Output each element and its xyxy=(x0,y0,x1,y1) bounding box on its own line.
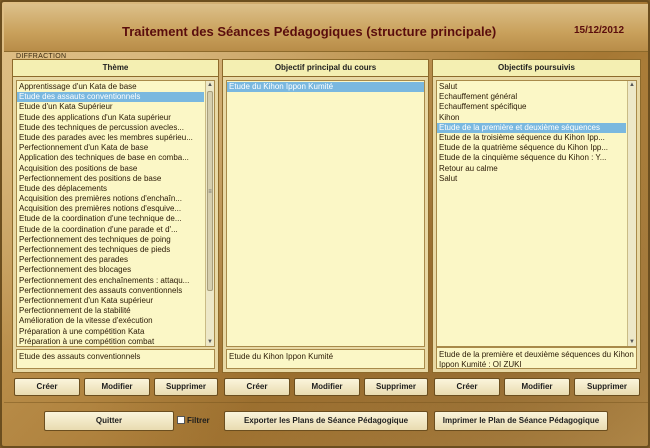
objectifs-poursuivis-list-items: Salut Echauffement général Echauffement sp… xyxy=(437,82,626,184)
objectif-principal-header: Objectif principal du cours xyxy=(223,60,428,77)
scroll-up-icon[interactable]: ▲ xyxy=(628,81,636,89)
objectifs-delete-button[interactable]: Supprimer xyxy=(574,378,640,396)
objectifs-poursuivis-list-item[interactable]: Echauffement spécifique xyxy=(437,102,626,112)
print-button[interactable]: Imprimer le Plan de Séance Pédagogique xyxy=(434,411,608,431)
objectifs-poursuivis-detail: Etude de la première et deuxième séquenc… xyxy=(436,347,637,369)
theme-list-item[interactable]: Etude d'un Kata Supérieur xyxy=(17,102,204,112)
theme-delete-button[interactable]: Supprimer xyxy=(154,378,218,396)
theme-list-item[interactable]: Etude des assauts conventionnels xyxy=(17,92,204,103)
objectifs-poursuivis-list-item[interactable]: Etude de la première et deuxième séquenc… xyxy=(437,122,626,133)
objectifs-poursuivis-panel: Objectifs poursuivis Salut Echauffement g… xyxy=(432,59,641,373)
theme-list-item[interactable]: Etude de la coordination d'une parade et… xyxy=(17,225,204,235)
theme-list-item[interactable]: Perfectionnement des positions de base xyxy=(17,174,204,184)
objectifs-poursuivis-list-item[interactable]: Etude de la quatrième séquence du Kihon … xyxy=(437,143,626,153)
title-bar: Traitement des Séances Pédagogiques (str… xyxy=(4,4,648,52)
objectifs-poursuivis-list-item[interactable]: Etude de la troisième séquence du Kihon … xyxy=(437,133,626,143)
theme-list-item[interactable]: Acquisition des positions de base xyxy=(17,164,204,174)
objectifs-create-button[interactable]: Créer xyxy=(434,378,500,396)
objectifs-poursuivis-header: Objectifs poursuivis xyxy=(433,60,640,77)
theme-list-item[interactable]: Perfectionnement des assauts conventionn… xyxy=(17,286,204,296)
app-title: Traitement des Séances Pédagogiques (str… xyxy=(122,24,497,39)
theme-scrollbar[interactable]: ▲ ≡ ▼ xyxy=(205,81,214,346)
objectif-principal-list[interactable]: Etude du Kihon Ippon Kumité xyxy=(226,80,425,347)
theme-list-item[interactable]: Amélioration de la vitesse d'exécution xyxy=(17,316,204,326)
objectifs-scrollbar[interactable]: ▲ ▼ xyxy=(627,81,636,346)
objectif-modify-button[interactable]: Modifier xyxy=(294,378,360,396)
objectifs-poursuivis-list-item[interactable]: Etude de la cinquième séquence du Kihon … xyxy=(437,153,626,163)
scroll-thumb[interactable]: ≡ xyxy=(207,91,213,291)
scroll-down-icon[interactable]: ▼ xyxy=(206,338,214,346)
scroll-down-icon[interactable]: ▼ xyxy=(628,338,636,346)
objectif-principal-panel: Objectif principal du cours Etude du Kih… xyxy=(222,59,429,373)
theme-list-item[interactable]: Préparation à une compétition combat xyxy=(17,337,204,346)
objectifs-poursuivis-list-item[interactable]: Salut xyxy=(437,82,626,92)
main-window: Traitement des Séances Pédagogiques (str… xyxy=(0,0,650,448)
objectifs-poursuivis-list-item[interactable]: Retour au calme xyxy=(437,164,626,174)
objectif-create-button[interactable]: Créer xyxy=(224,378,290,396)
theme-list-item[interactable]: Etude des déplacements xyxy=(17,184,204,194)
filter-label: Filtrer xyxy=(187,416,210,425)
theme-list-item[interactable]: Etude de la coordination d'une technique… xyxy=(17,214,204,224)
theme-list-item[interactable]: Perfectionnement des blocages xyxy=(17,265,204,275)
theme-list-item[interactable]: Etude des applications d'un Kata supérie… xyxy=(17,113,204,123)
grip-icon: ≡ xyxy=(208,189,212,195)
theme-create-button[interactable]: Créer xyxy=(14,378,80,396)
export-button[interactable]: Exporter les Plans de Séance Pédagogique xyxy=(224,411,428,431)
scroll-up-icon[interactable]: ▲ xyxy=(206,81,214,89)
objectif-principal-list-item[interactable]: Etude du Kihon Ippon Kumité xyxy=(227,82,424,93)
theme-list-item[interactable]: Perfectionnement des techniques de pieds xyxy=(17,245,204,255)
current-date: 15/12/2012 xyxy=(574,25,625,36)
theme-list-item[interactable]: Application des techniques de base en co… xyxy=(17,153,204,163)
objectifs-poursuivis-list[interactable]: Salut Echauffement général Echauffement sp… xyxy=(436,80,637,347)
theme-list-item[interactable]: Perfectionnement de la stabilité xyxy=(17,306,204,316)
objectifs-poursuivis-list-item[interactable]: Salut xyxy=(437,174,626,184)
theme-list-item[interactable]: Perfectionnement des techniques de poing xyxy=(17,235,204,245)
theme-list-item[interactable]: Perfectionnement d'un Kata de base xyxy=(17,143,204,153)
theme-list-item[interactable]: Acquisition des premières notions d'esqu… xyxy=(17,204,204,214)
theme-list-item[interactable]: Perfectionnement d'un Kata supérieur xyxy=(17,296,204,306)
objectifs-poursuivis-list-item[interactable]: Echauffement général xyxy=(437,92,626,102)
objectif-principal-list-items: Etude du Kihon Ippon Kumité xyxy=(227,82,424,93)
objectifs-modify-button[interactable]: Modifier xyxy=(504,378,570,396)
theme-list[interactable]: Apprentissage d'un Kata de base Etude des… xyxy=(16,80,215,347)
objectif-principal-detail: Etude du Kihon Ippon Kumité xyxy=(226,349,425,369)
theme-list-item[interactable]: Etude des parades avec les membres supér… xyxy=(17,133,204,143)
quit-button[interactable]: Quitter xyxy=(44,411,174,431)
filter-checkbox[interactable]: Filtrer xyxy=(177,416,210,425)
theme-list-item[interactable]: Perfectionnement des parades xyxy=(17,255,204,265)
objectif-delete-button[interactable]: Supprimer xyxy=(364,378,428,396)
theme-list-item[interactable]: Préparation à une compétition Kata xyxy=(17,327,204,337)
theme-modify-button[interactable]: Modifier xyxy=(84,378,150,396)
theme-list-item[interactable]: Acquisition des premières notions d'ench… xyxy=(17,194,204,204)
theme-panel: Thème Apprentissage d'un Kata de base Etu… xyxy=(12,59,219,373)
theme-list-item[interactable]: Apprentissage d'un Kata de base xyxy=(17,82,204,92)
theme-detail: Etude des assauts conventionnels xyxy=(16,349,215,369)
theme-list-item[interactable]: Etude des techniques de percussion avecl… xyxy=(17,123,204,133)
objectifs-poursuivis-list-item[interactable]: Kihon xyxy=(437,113,626,123)
checkbox-icon[interactable] xyxy=(177,416,185,424)
theme-list-items: Apprentissage d'un Kata de base Etude des… xyxy=(17,82,204,346)
theme-panel-header: Thème xyxy=(13,60,218,77)
theme-list-item[interactable]: Perfectionnement des enchaînements : att… xyxy=(17,276,204,286)
